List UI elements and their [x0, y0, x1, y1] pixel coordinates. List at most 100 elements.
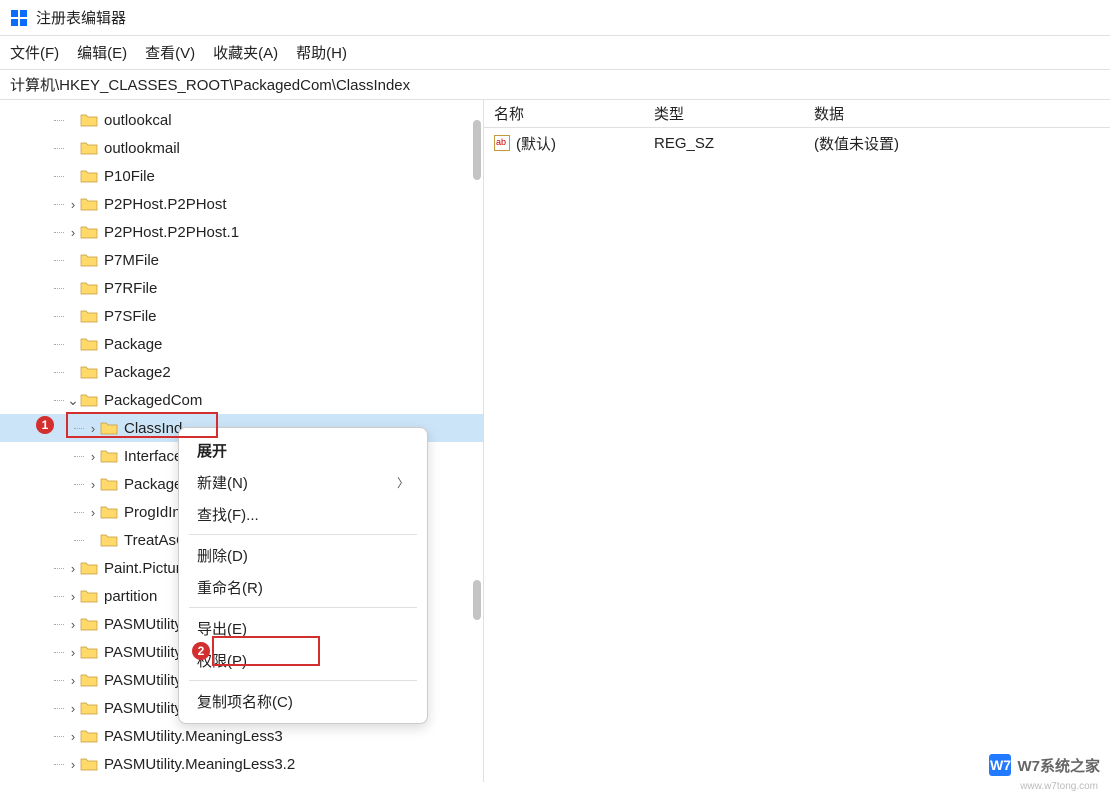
tree-item-package2[interactable]: Package2 — [0, 358, 483, 386]
cm-expand[interactable]: 展开 — [179, 434, 427, 466]
chevron-right-icon[interactable]: › — [86, 421, 100, 436]
tree-item-label: PASMUtility.MeaningLess3.2 — [104, 756, 295, 773]
chevron-right-icon[interactable]: › — [86, 449, 100, 464]
folder-icon — [80, 169, 98, 183]
window-title: 注册表编辑器 — [36, 7, 126, 28]
tree-item-package[interactable]: Package — [0, 330, 483, 358]
cm-find[interactable]: 查找(F)... — [179, 498, 427, 530]
tree-item-label: PackagedCom — [104, 392, 202, 409]
cm-separator — [189, 534, 417, 535]
list-row[interactable]: (默认) REG_SZ (数值未设置) — [484, 128, 1110, 158]
cm-separator — [189, 607, 417, 608]
tree-item-label: PASMUtility — [104, 616, 182, 633]
cm-export[interactable]: 导出(E) — [179, 612, 427, 644]
chevron-right-icon[interactable]: › — [66, 589, 80, 604]
cm-delete[interactable]: 删除(D) — [179, 539, 427, 571]
watermark-text: W7系统之家 — [1017, 755, 1100, 776]
tree-item-label: PASMUtility.MeaningLess3 — [104, 728, 283, 745]
chevron-right-icon[interactable]: › — [66, 197, 80, 212]
annotation-callout-2: 2 — [192, 642, 210, 660]
tree-item-p7rfile[interactable]: P7RFile — [0, 274, 483, 302]
tree-item-p2phost-p2phost-1[interactable]: ›P2PHost.P2PHost.1 — [0, 218, 483, 246]
folder-icon — [80, 337, 98, 351]
folder-icon — [80, 701, 98, 715]
chevron-right-icon[interactable]: › — [66, 645, 80, 660]
chevron-right-icon[interactable]: › — [66, 225, 80, 240]
cm-new[interactable]: 新建(N)〉 — [179, 466, 427, 498]
folder-icon — [80, 309, 98, 323]
tree-scrollbar-thumb-bottom[interactable] — [473, 580, 481, 620]
menu-favorites[interactable]: 收藏夹(A) — [213, 42, 278, 63]
folder-icon — [80, 729, 98, 743]
value-type: REG_SZ — [644, 135, 804, 152]
menu-help[interactable]: 帮助(H) — [296, 42, 347, 63]
folder-icon — [80, 617, 98, 631]
main-area: outlookcaloutlookmailP10File›P2PHost.P2P… — [0, 100, 1110, 782]
folder-icon — [100, 477, 118, 491]
tree-item-pasmutility-meaningless3-2[interactable]: › PASMUtility.MeaningLess3.2 — [0, 750, 483, 778]
chevron-right-icon[interactable]: › — [66, 617, 80, 632]
tree-item-label: P10File — [104, 168, 155, 185]
title-bar: 注册表编辑器 — [0, 0, 1110, 36]
chevron-down-icon[interactable]: ⌄ — [66, 392, 80, 409]
tree-item-p10file[interactable]: P10File — [0, 162, 483, 190]
tree-item-p2phost-p2phost[interactable]: › P2PHost.P2PHost — [0, 190, 483, 218]
tree-item-p7mfile[interactable]: P7MFile — [0, 246, 483, 274]
chevron-right-icon[interactable]: › — [86, 477, 100, 492]
folder-icon — [100, 449, 118, 463]
tree-item-outlookmail[interactable]: outlookmail — [0, 134, 483, 162]
address-bar[interactable]: 计算机\HKEY_CLASSES_ROOT\PackagedCom\ClassI… — [0, 70, 1110, 100]
chevron-right-icon[interactable]: › — [66, 561, 80, 576]
folder-icon — [100, 533, 118, 547]
tree-item-label: Interface — [124, 448, 182, 465]
chevron-right-icon[interactable]: › — [66, 701, 80, 716]
folder-icon — [80, 197, 98, 211]
tree-item-pasmutility-meaningless3[interactable]: › PASMUtility.MeaningLess3 — [0, 722, 483, 750]
header-name[interactable]: 名称 — [484, 103, 644, 124]
tree-scrollbar-thumb-top[interactable] — [473, 120, 481, 180]
header-type[interactable]: 类型 — [644, 103, 804, 124]
tree-item-p7sfile[interactable]: P7SFile — [0, 302, 483, 330]
cm-separator — [189, 680, 417, 681]
tree-item-label: P2PHost.P2PHost — [104, 196, 227, 213]
folder-icon — [80, 645, 98, 659]
watermark: W7 W7系统之家 — [989, 754, 1100, 776]
tree-item-label: P7RFile — [104, 280, 157, 297]
folder-icon — [80, 589, 98, 603]
menu-view[interactable]: 查看(V) — [145, 42, 195, 63]
cm-copy-key-name[interactable]: 复制项名称(C) — [179, 685, 427, 717]
menu-file[interactable]: 文件(F) — [10, 42, 59, 63]
chevron-right-icon[interactable]: › — [66, 757, 80, 772]
reg-sz-icon — [494, 135, 510, 151]
list-panel: 名称 类型 数据 (默认) REG_SZ (数值未设置) — [484, 100, 1110, 782]
folder-icon — [80, 393, 98, 407]
menu-bar: 文件(F) 编辑(E) 查看(V) 收藏夹(A) 帮助(H) — [0, 36, 1110, 70]
folder-icon — [80, 281, 98, 295]
folder-icon — [80, 673, 98, 687]
chevron-right-icon[interactable]: › — [66, 729, 80, 744]
watermark-sub: www.w7tong.com — [1020, 781, 1098, 792]
tree-item-label: P7MFile — [104, 252, 159, 269]
regedit-app-icon — [10, 9, 28, 27]
cm-permissions[interactable]: 权限(P)... — [179, 644, 427, 676]
annotation-callout-1: 1 — [36, 416, 54, 434]
folder-icon — [100, 421, 118, 435]
folder-icon — [80, 225, 98, 239]
cm-rename[interactable]: 重命名(R) — [179, 571, 427, 603]
tree-item-label: Paint.Pictur — [104, 560, 181, 577]
address-text: 计算机\HKEY_CLASSES_ROOT\PackagedCom\ClassI… — [10, 74, 410, 95]
chevron-right-icon[interactable]: › — [66, 673, 80, 688]
tree-item-label: ProgIdIn — [124, 504, 181, 521]
tree-item-outlookcal[interactable]: outlookcal — [0, 106, 483, 134]
tree-item-packagedcom[interactable]: ⌄ PackagedCom — [0, 386, 483, 414]
value-name: (默认) — [516, 133, 556, 154]
header-data[interactable]: 数据 — [804, 103, 1110, 124]
chevron-right-icon[interactable]: › — [86, 505, 100, 520]
tree-item-label: outlookmail — [104, 140, 180, 157]
tree-item-label: Package — [124, 476, 182, 493]
folder-icon — [80, 561, 98, 575]
menu-edit[interactable]: 编辑(E) — [77, 42, 127, 63]
folder-icon — [80, 253, 98, 267]
tree-item-label: Package2 — [104, 364, 171, 381]
folder-icon — [80, 141, 98, 155]
